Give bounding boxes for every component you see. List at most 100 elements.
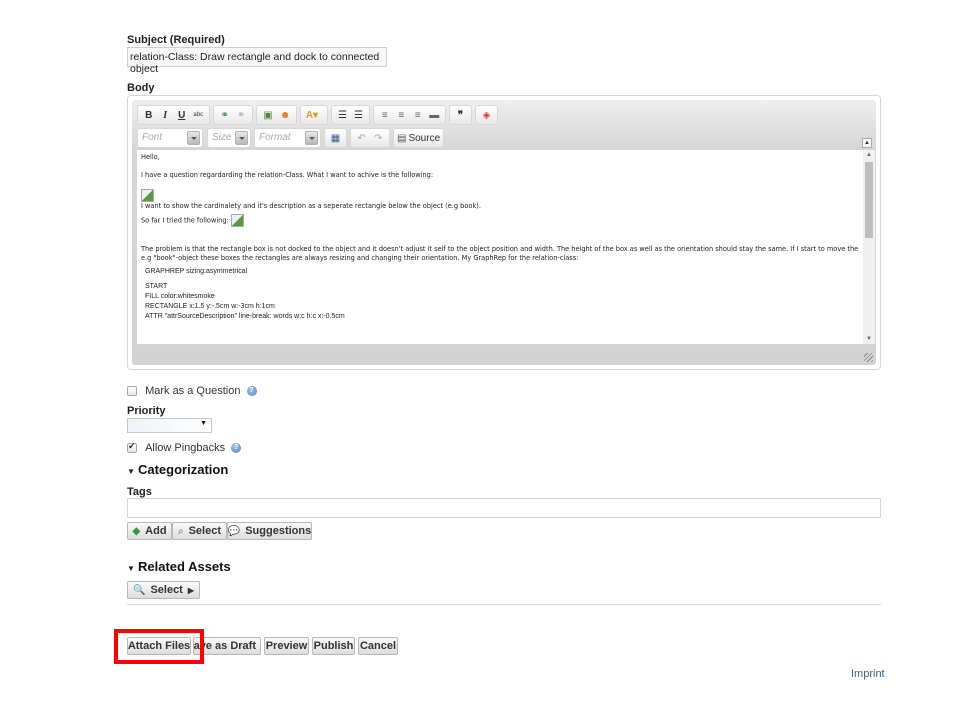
categorization-header[interactable]: ▼ Categorization	[127, 462, 228, 477]
related-assets-select-button[interactable]: 🔍 Select ▶	[127, 581, 200, 599]
preview-button[interactable]: Preview	[264, 637, 309, 655]
body-paragraph: Hello,	[141, 153, 160, 161]
add-tag-button[interactable]: ◆ Add	[127, 522, 172, 540]
code-line: GRAPHREP sizing:asymmetrical	[145, 268, 248, 275]
source-label: Source	[408, 132, 441, 144]
subject-input[interactable]: relation-Class: Draw rectangle and dock …	[127, 47, 387, 75]
chevron-down-icon	[187, 131, 200, 145]
editor-scrollbar[interactable]: ▲ ▼	[863, 150, 875, 344]
unlink-icon[interactable]: ⚭	[234, 107, 250, 123]
redo-icon[interactable]: ↷	[371, 130, 387, 146]
body-paragraph: The problem is that the rectangle box is…	[141, 245, 859, 262]
help-icon[interactable]: ?	[231, 443, 242, 454]
code-line: FILL color:whitesmoke	[145, 293, 215, 300]
editor-chrome: B I U abc ⚭ ⚭ ▣ ☻ A▾ ☰ ☰ ≡ ≡ ≡ ▬ ❞ ◈ Fon…	[132, 100, 876, 365]
select-tag-label: Select	[188, 525, 222, 537]
scroll-down-icon[interactable]: ▼	[865, 335, 873, 343]
body-label: Body	[127, 82, 155, 94]
bulleted-list-icon[interactable]: ☰	[351, 107, 366, 123]
code-icon[interactable]: ◈	[479, 107, 494, 123]
allow-pingbacks-checkbox[interactable]	[127, 441, 137, 454]
italic-icon[interactable]: I	[158, 107, 174, 123]
search-icon: 🔍	[132, 584, 146, 596]
toolbar-group-table: ▦	[324, 128, 347, 148]
publish-button[interactable]: Publish	[312, 637, 355, 655]
toolbar-group-blocks: ❞	[449, 105, 472, 125]
chevron-down-icon	[305, 131, 318, 145]
search-icon: ⌕	[177, 525, 184, 537]
toolbar-group-links: ⚭ ⚭	[213, 105, 253, 125]
align-center-icon[interactable]: ≡	[394, 107, 410, 123]
table-icon[interactable]: ▦	[328, 130, 343, 146]
underline-icon[interactable]: U	[174, 107, 190, 123]
chevron-down-icon	[235, 131, 248, 145]
numbered-list-icon[interactable]: ☰	[335, 107, 350, 123]
toolbar-group-align: ≡ ≡ ≡ ▬	[373, 105, 446, 125]
undo-icon[interactable]: ↶	[354, 130, 370, 146]
speech-bubble-icon: 💬	[227, 525, 241, 537]
body-paragraph: I want to show the cardinalety and it's …	[141, 202, 481, 210]
broken-image-icon	[230, 214, 244, 227]
mark-question-checkbox[interactable]	[127, 386, 137, 397]
image-icon[interactable]: ▣	[260, 107, 276, 123]
scroll-up-icon[interactable]: ▲	[865, 151, 873, 159]
font-combo[interactable]: Font	[137, 128, 203, 148]
broken-image-icon	[141, 189, 154, 202]
toolbar-group-code: ◈	[475, 105, 498, 125]
toolbar-group-basic-styles: B I U abc	[137, 105, 210, 125]
link-icon[interactable]: ⚭	[217, 107, 233, 123]
allow-pingbacks-label: Allow Pingbacks	[145, 442, 226, 455]
embedded-image-placeholder	[141, 189, 859, 202]
rich-text-editor: B I U abc ⚭ ⚭ ▣ ☻ A▾ ☰ ☰ ≡ ≡ ≡ ▬ ❞ ◈ Fon…	[127, 95, 881, 370]
subject-label: Subject (Required)	[127, 34, 225, 46]
related-assets-header[interactable]: ▼ Related Assets	[127, 559, 231, 574]
suggestions-button[interactable]: 💬 Suggestions	[227, 522, 312, 540]
body-paragraph: So far I tried the following:	[141, 216, 229, 225]
toolbar-group-lists: ☰ ☰	[331, 105, 370, 125]
section-divider	[127, 604, 881, 605]
bold-icon[interactable]: B	[141, 107, 157, 123]
allow-pingbacks-option: Allow Pingbacks ?	[127, 441, 242, 455]
related-assets-select-label: Select	[150, 584, 183, 596]
font-combo-label: Font	[142, 132, 163, 143]
format-combo[interactable]: Format	[254, 128, 321, 148]
toolbar-group-undo: ↶ ↷	[350, 128, 390, 148]
tags-label: Tags	[127, 486, 152, 498]
body-paragraph: I have a question regardarding the relat…	[141, 171, 434, 179]
mark-question-label: Mark as a Question	[145, 385, 241, 398]
highlight-annotation	[114, 629, 204, 664]
size-combo[interactable]: Size	[207, 128, 251, 148]
align-right-icon[interactable]: ≡	[410, 107, 426, 123]
triangle-down-icon: ▼	[127, 564, 135, 573]
size-combo-label: Size	[212, 132, 232, 143]
categorization-heading: Categorization	[137, 462, 229, 477]
code-line: ATTR "attrSourceDescription" line-break:…	[145, 313, 345, 320]
priority-select[interactable]	[127, 418, 212, 433]
justify-icon[interactable]: ▬	[427, 107, 443, 123]
select-tag-button[interactable]: ⌕ Select	[172, 522, 227, 540]
strikethrough-icon[interactable]: abc	[191, 107, 207, 123]
tags-input[interactable]	[127, 498, 881, 518]
source-icon: ▤	[397, 132, 407, 144]
blockquote-icon[interactable]: ❞	[453, 107, 468, 123]
editor-content[interactable]: Hello, I have a question regardarding th…	[137, 150, 863, 344]
priority-label: Priority	[127, 405, 166, 417]
scroll-thumb[interactable]	[865, 162, 873, 238]
add-tag-label: Add	[145, 525, 167, 537]
imprint-link[interactable]: Imprint	[851, 668, 885, 680]
triangle-right-icon: ▶	[187, 585, 195, 595]
help-icon[interactable]: ?	[246, 386, 257, 397]
text-color-icon[interactable]: A▾	[304, 107, 320, 123]
collapse-toolbar-button[interactable]: ▲	[862, 138, 872, 148]
toolbar-group-colors: A▾	[300, 105, 328, 125]
plus-icon: ◆	[132, 525, 141, 537]
source-button[interactable]: ▤ Source	[393, 128, 444, 148]
resize-grip-icon[interactable]	[864, 353, 873, 362]
cancel-button[interactable]: Cancel	[358, 637, 398, 655]
suggestions-label: Suggestions	[245, 525, 312, 537]
code-line: START	[145, 283, 168, 290]
align-left-icon[interactable]: ≡	[377, 107, 393, 123]
code-line: RECTANGLE x:1.5 y:-.5cm w:-3cm h:1cm	[145, 303, 275, 310]
smiley-icon[interactable]: ☻	[277, 107, 293, 123]
related-assets-heading: Related Assets	[137, 559, 231, 574]
